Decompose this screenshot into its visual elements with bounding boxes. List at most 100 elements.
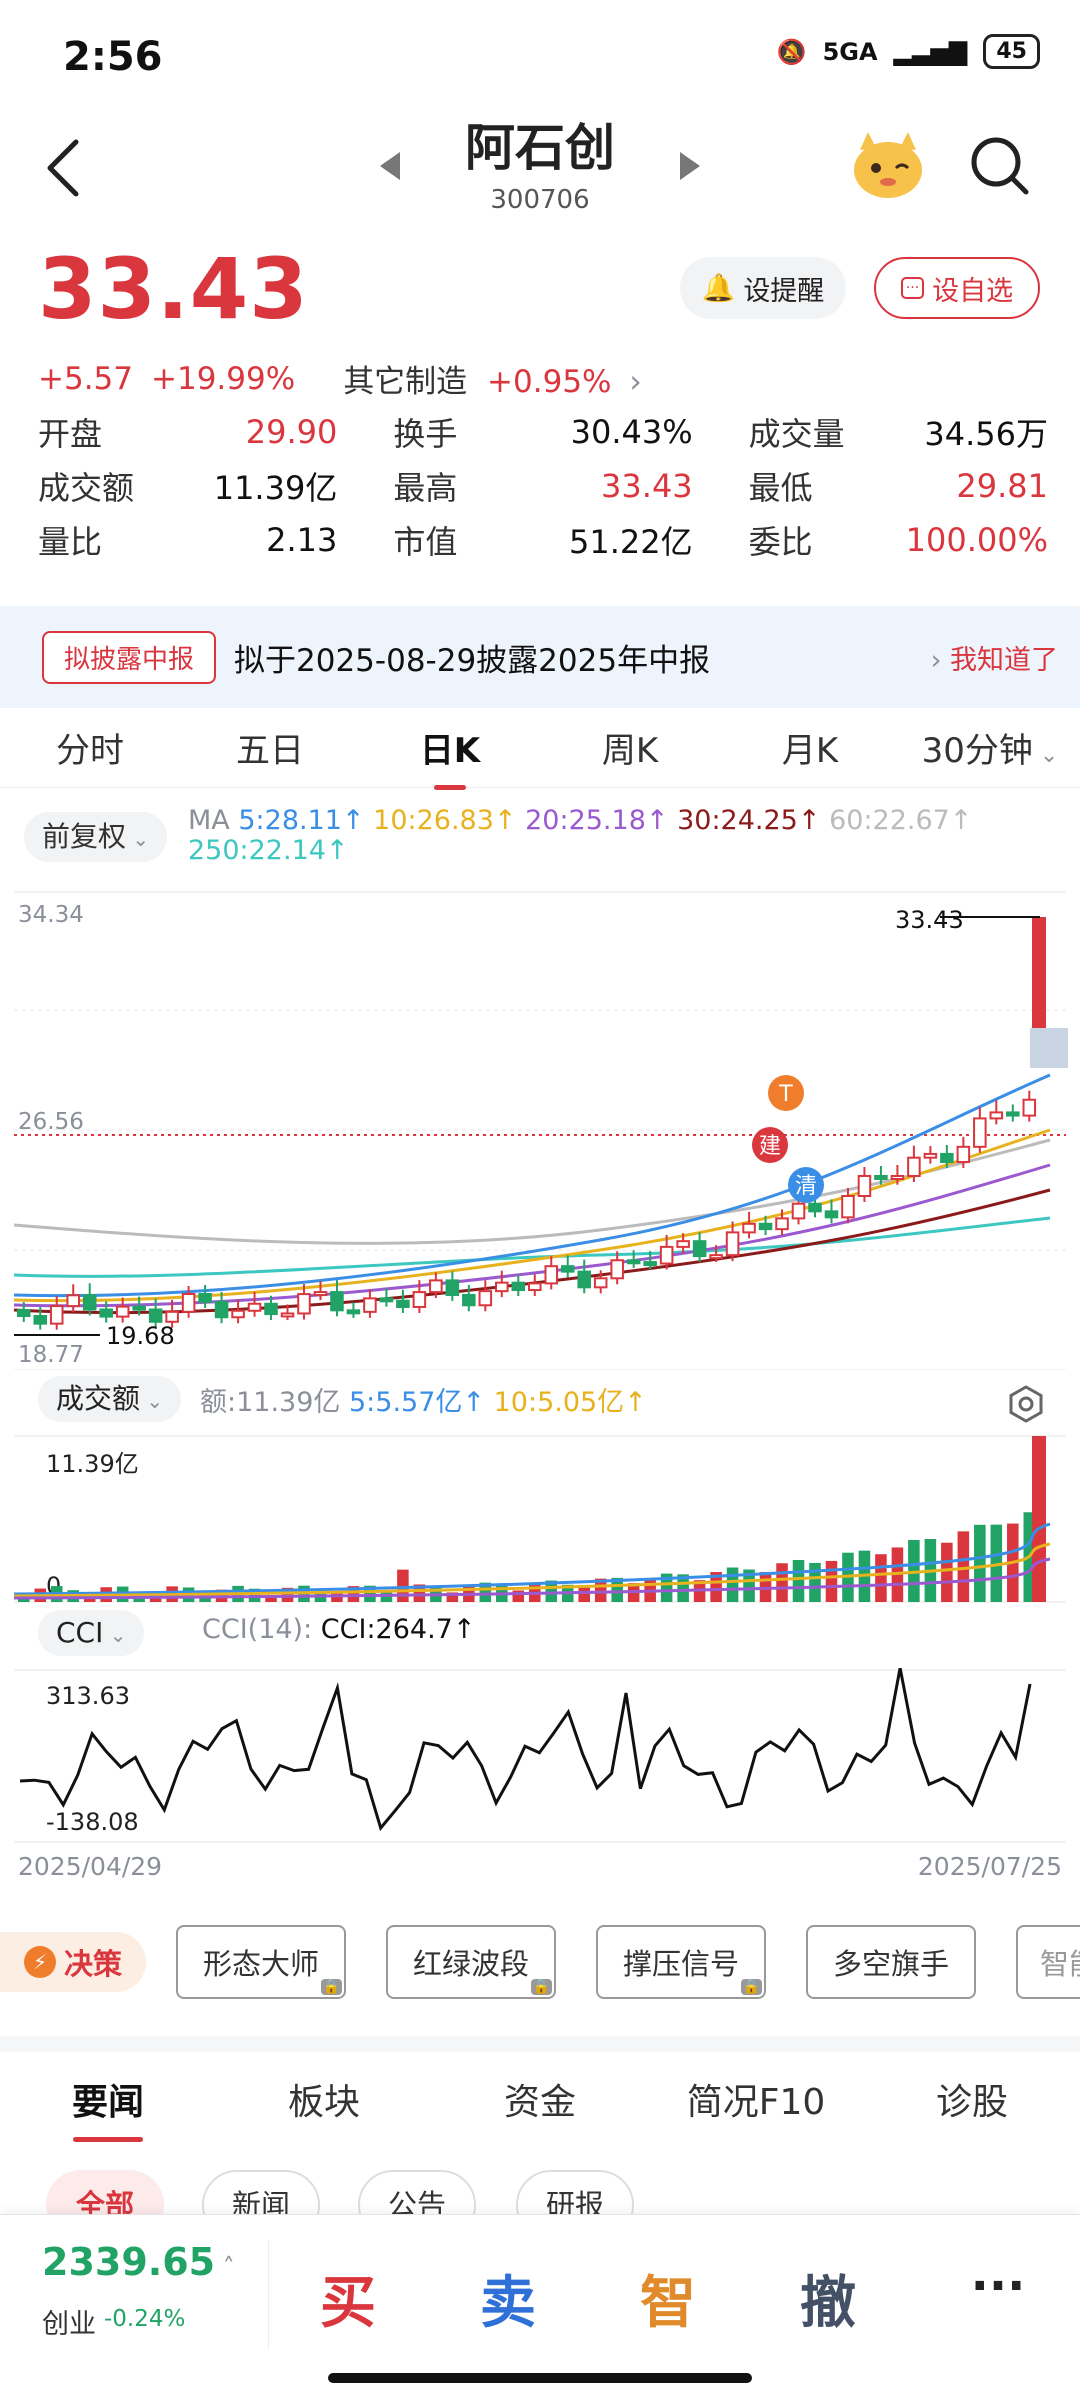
tool-label: 形态大师: [202, 1947, 319, 1981]
chevron-down-icon: ⌄: [1032, 743, 1059, 768]
cancel-order-button[interactable]: 撤: [758, 2258, 898, 2339]
date-end: 2025/07/25: [917, 1852, 1062, 1881]
settings-icon[interactable]: [1006, 1384, 1046, 1424]
status-icons: 🔕 5GA ▂▃▅▇ 45: [777, 34, 1040, 69]
decision-button[interactable]: ⚡ 决策: [0, 1932, 146, 1992]
tool-label: 撑压信号: [622, 1947, 739, 1981]
set-alert-button[interactable]: 🔔 设提醒: [680, 257, 846, 319]
tool-red-green-band[interactable]: 红绿波段 🔒: [386, 1925, 556, 1999]
period-tabs: 分时 五日 日K 周K 月K 30分钟 ⌄: [0, 708, 1080, 790]
sell-button[interactable]: 卖: [438, 2258, 578, 2339]
cci-indicator-select[interactable]: CCI ⌄: [38, 1610, 145, 1656]
volume-chart[interactable]: 11.39亿 0: [0, 1434, 1080, 1604]
tab-daily-k[interactable]: 日K: [360, 723, 540, 790]
volume-amount: 额:11.39亿: [200, 1387, 341, 1418]
add-watchlist-button[interactable]: ··· 设自选: [874, 257, 1040, 319]
tab-weekly-k[interactable]: 周K: [540, 723, 720, 772]
bell-icon: 🔔: [701, 273, 736, 304]
search-icon[interactable]: [968, 134, 1032, 198]
current-price: 33.43: [38, 240, 309, 338]
candle-body: [676, 1240, 690, 1248]
notice-dismiss-button[interactable]: › 我知道了: [931, 638, 1058, 677]
candle-body: [890, 1174, 905, 1180]
chevron-right-icon: ›: [930, 644, 950, 676]
marker-t-label: T: [778, 1082, 793, 1107]
volume-bar: [809, 1562, 821, 1602]
tool-pattern-master[interactable]: 形态大师 🔒: [176, 1925, 346, 1999]
candle-body: [132, 1305, 146, 1311]
tool-smart[interactable]: 智能: [1016, 1925, 1080, 1999]
price-change: +5.57: [38, 360, 133, 397]
tab-monthly-k[interactable]: 月K: [720, 723, 900, 772]
tab-intraday[interactable]: 分时: [0, 723, 180, 772]
candle-body: [742, 1222, 756, 1234]
tab-funds[interactable]: 资金: [432, 2066, 648, 2140]
change-row: +5.57 +19.99% 其它制造 +0.95% ›: [38, 356, 642, 401]
ma-lines: [13, 1073, 1051, 1315]
more-button[interactable]: ···: [928, 2258, 1068, 2314]
adjust-label: 前复权: [42, 820, 127, 853]
date-start: 2025/04/29: [18, 1852, 163, 1881]
chevron-up-icon: ˄: [215, 2253, 235, 2281]
tab-sector[interactable]: 板块: [216, 2066, 432, 2140]
signal-icon: ▂▃▅▇: [893, 37, 968, 66]
quote-stats: 开盘 29.90 换手 30.43% 成交量 34.56万 成交额 11.39亿 最高 3…: [38, 412, 1048, 561]
chevron-down-icon: ⌄: [140, 1389, 164, 1413]
stat-high: 最高 33.43: [393, 467, 693, 507]
candle-body: [593, 1277, 608, 1289]
candle-body: [709, 1254, 723, 1260]
mascot-icon[interactable]: [848, 130, 928, 200]
ma5-value: 5:28.11↑: [238, 805, 365, 836]
candle-body: [791, 1202, 806, 1220]
decision-label: 决策: [63, 1947, 122, 1981]
candle-body: [429, 1279, 443, 1294]
ma5-line: [13, 1073, 1051, 1298]
lock-icon: 🔒: [740, 1979, 762, 1995]
lock-icon: 🔒: [320, 1979, 342, 1995]
tab-30min[interactable]: 30分钟 ⌄: [900, 723, 1080, 772]
price-change-pct: +19.99%: [151, 360, 296, 397]
stat-amount: 成交额 11.39亿: [38, 469, 338, 507]
candle-body: [528, 1282, 542, 1292]
tool-support-resistance[interactable]: 撑压信号 🔒: [596, 1925, 766, 1999]
candles: [17, 917, 1046, 1330]
cci-param: CCI(14):: [202, 1614, 313, 1645]
candle-body: [692, 1240, 707, 1258]
stat-order-ratio: 委比 100.00%: [748, 521, 1048, 561]
chevron-down-icon: ⌄: [103, 1623, 127, 1647]
next-stock-icon[interactable]: [680, 152, 700, 180]
index-value[interactable]: 2339.65 ˄: [42, 2240, 235, 2284]
tool-label: 智能: [1040, 1947, 1080, 1981]
ma30-value: 30:24.25↑: [677, 805, 821, 836]
volume-indicator-select[interactable]: 成交额 ⌄: [38, 1376, 182, 1422]
candle-body: [82, 1294, 97, 1311]
buy-button[interactable]: 买: [278, 2258, 418, 2339]
candle-body: [1006, 1111, 1020, 1117]
tab-f10[interactable]: 简况F10: [648, 2066, 864, 2140]
y-bottom-label: 18.77: [18, 1342, 84, 1368]
tab-headlines[interactable]: 要闻: [0, 2066, 216, 2142]
adjust-select[interactable]: 前复权 ⌄: [24, 812, 168, 862]
tab-five-day[interactable]: 五日: [180, 723, 360, 772]
kline-chart[interactable]: 34.34 26.56 18.77 33.43 19.68 T 建 清: [0, 880, 1080, 1370]
smart-button[interactable]: 智: [598, 2258, 738, 2339]
stat-low: 最低 29.81: [748, 467, 1048, 507]
report-notice[interactable]: 拟披露中报 拟于2025-08-29披露2025年中报 › 我知道了: [0, 606, 1080, 708]
volume-indicator-label: 成交额: [56, 1382, 141, 1415]
tool-bull-bear-flag[interactable]: 多空旗手: [806, 1925, 976, 1999]
volume-bar: [941, 1542, 953, 1602]
tab-diagnosis[interactable]: 诊股: [864, 2066, 1080, 2140]
candle-body: [544, 1265, 559, 1285]
crosshair-handle[interactable]: [1030, 1028, 1068, 1068]
candle-body: [115, 1305, 130, 1318]
index-change: -0.24%: [104, 2306, 186, 2332]
candle-body: [643, 1261, 657, 1267]
cci-chart[interactable]: 313.63 -138.08: [0, 1668, 1080, 1844]
volume-bar: [875, 1554, 887, 1602]
ma-legend: MA 5:28.11↑ 10:26.83↑ 20:25.18↑ 30:24.25…: [188, 806, 1068, 866]
candle-body: [857, 1174, 872, 1198]
candle-body: [412, 1291, 427, 1308]
sector-link[interactable]: 其它制造 +0.95% ›: [343, 356, 642, 401]
tab-30min-label: 30分钟: [921, 731, 1033, 771]
lightning-icon: ⚡: [23, 1946, 56, 1978]
